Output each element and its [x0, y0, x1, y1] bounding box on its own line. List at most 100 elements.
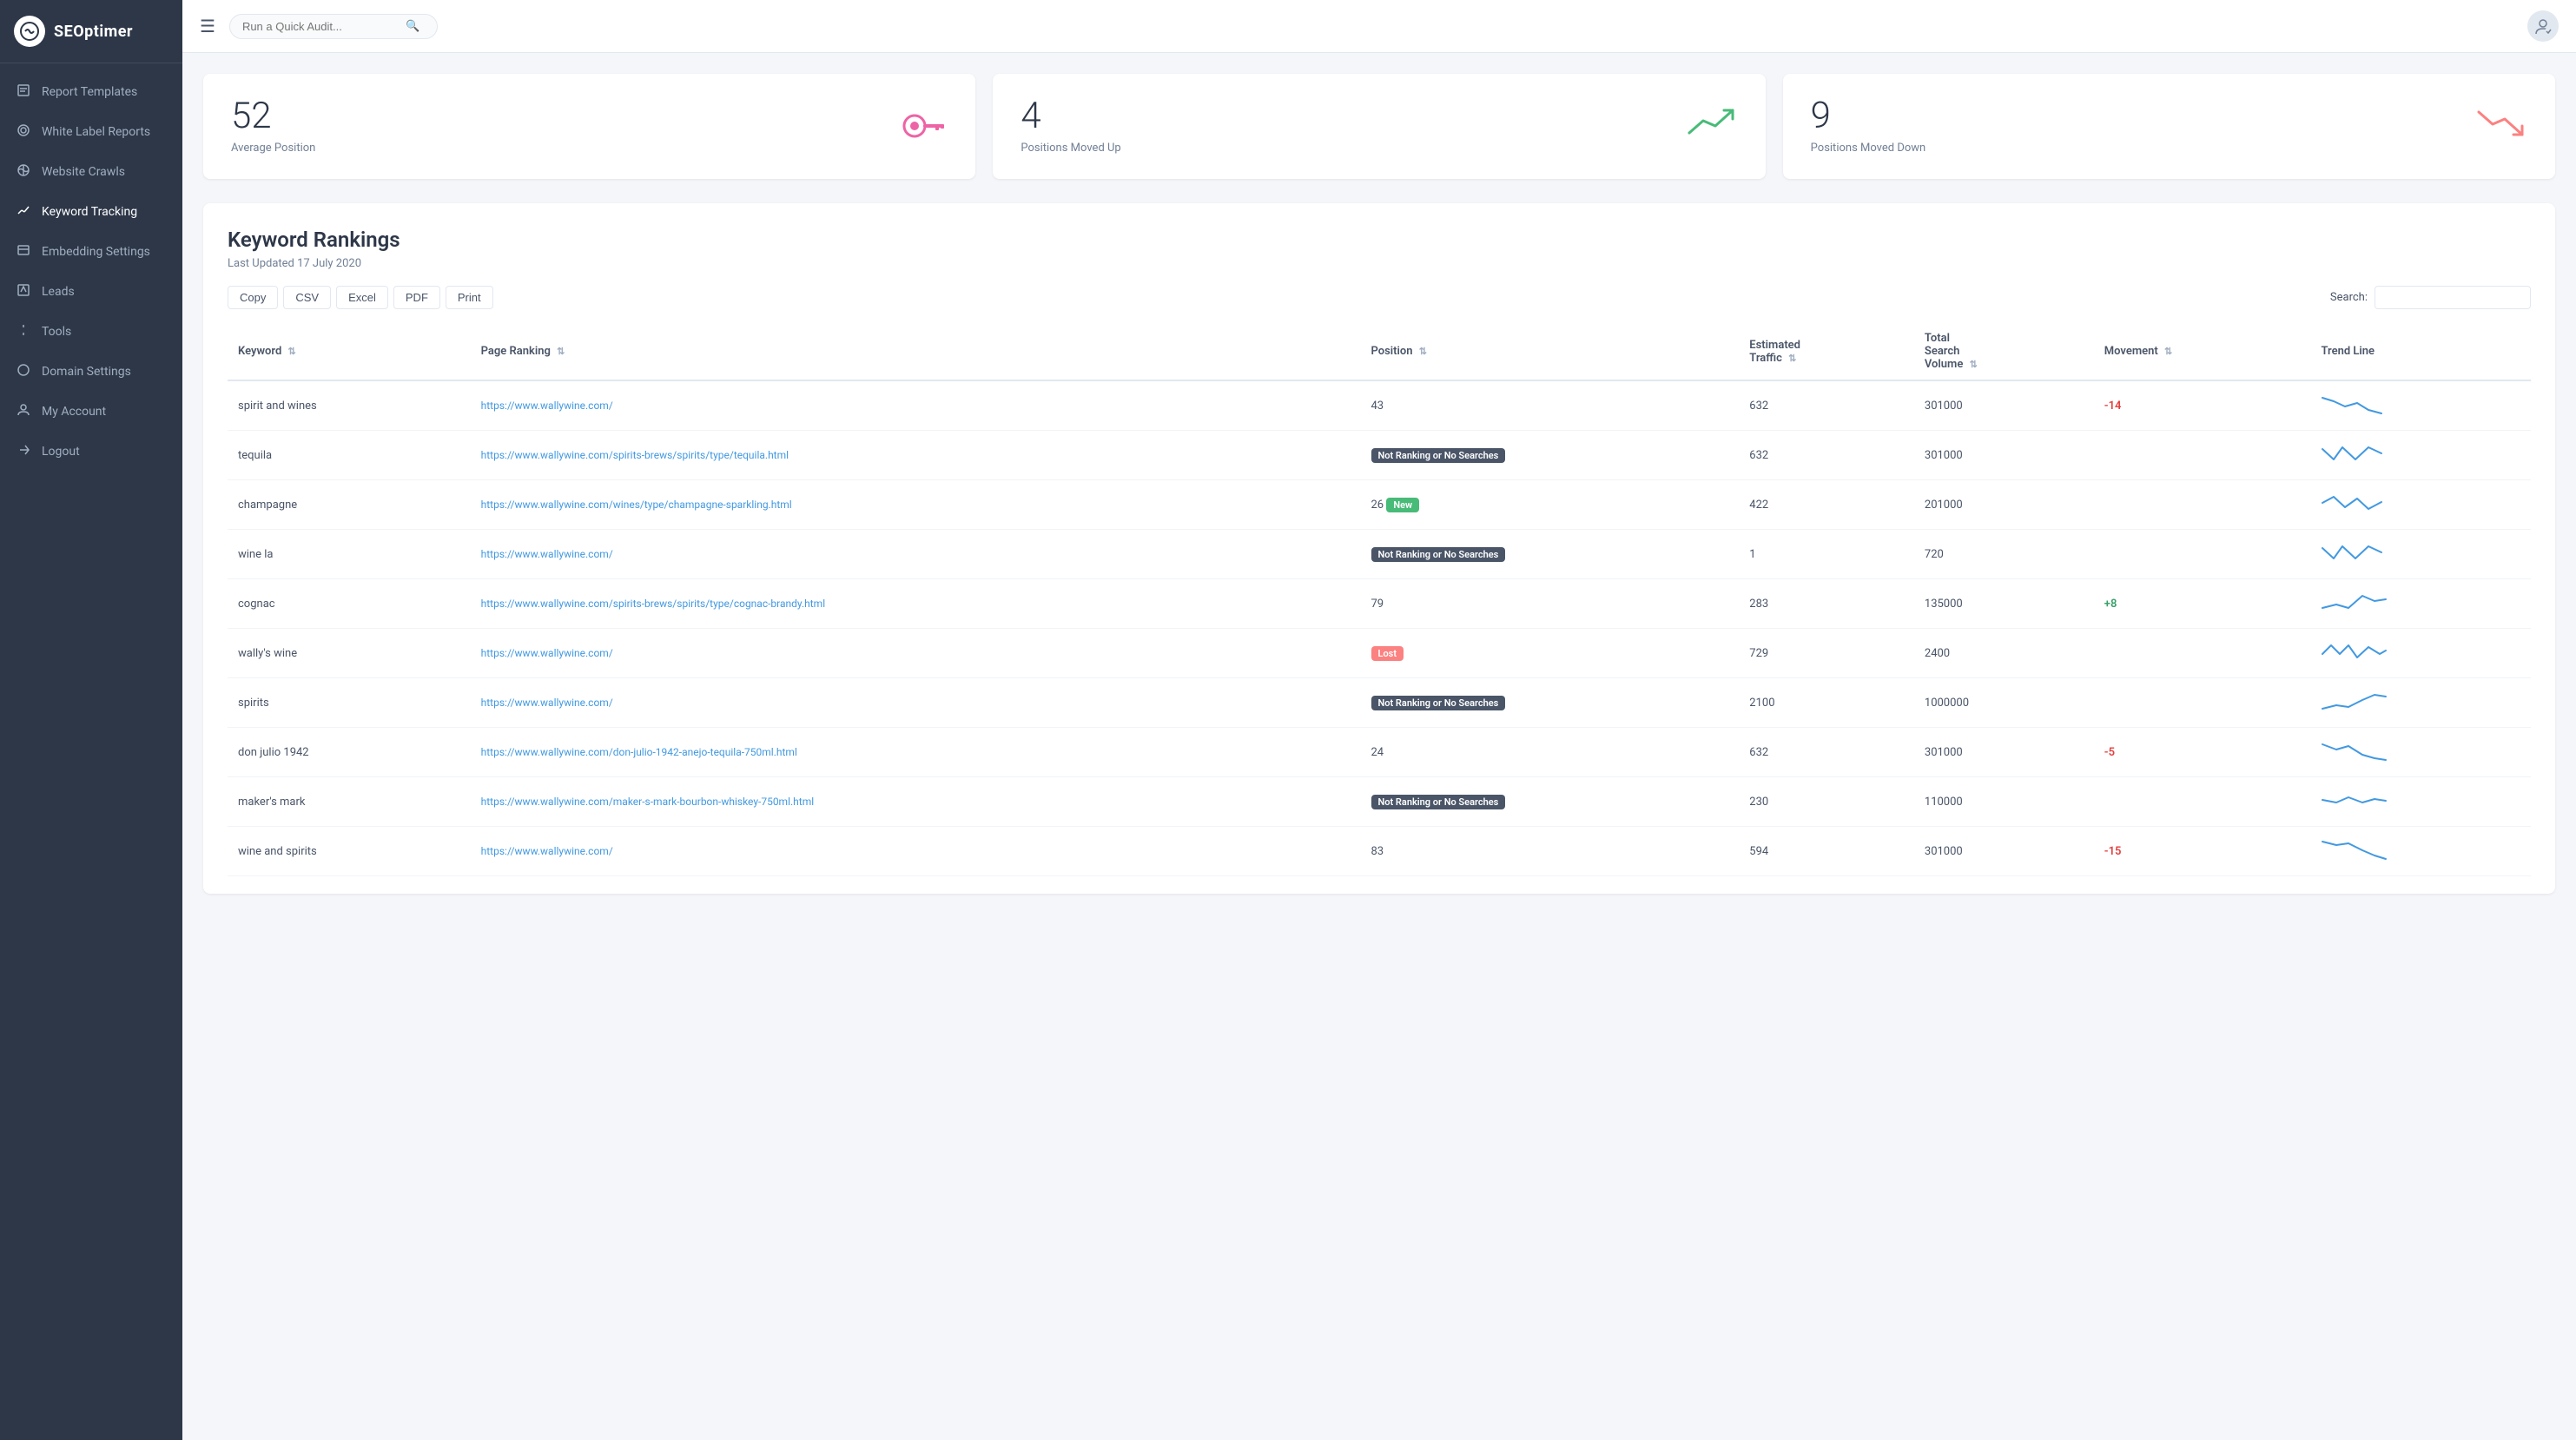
position-cell: 26 New — [1361, 480, 1740, 530]
position-cell: 79 — [1361, 579, 1740, 629]
keyword-tracking-icon — [16, 203, 31, 221]
volume-value: 301000 — [1925, 400, 1963, 413]
page-ranking-link[interactable]: https://www.wallywine.com/ — [481, 697, 613, 709]
page-ranking-link[interactable]: https://www.wallywine.com/don-julio-1942… — [481, 746, 797, 758]
page-ranking-link[interactable]: https://www.wallywine.com/wines/type/cha… — [481, 499, 792, 511]
col-estimated-traffic[interactable]: EstimatedTraffic ⇅ — [1739, 323, 1914, 380]
sidebar-item-website-crawls[interactable]: Website Crawls — [0, 152, 182, 192]
sidebar-item-leads[interactable]: Leads — [0, 272, 182, 312]
col-keyword[interactable]: Keyword ⇅ — [228, 323, 471, 380]
volume-cell: 201000 — [1914, 480, 2094, 530]
page-ranking-link[interactable]: https://www.wallywine.com/spirits-brews/… — [481, 449, 789, 461]
user-avatar[interactable] — [2527, 10, 2559, 42]
volume-cell: 301000 — [1914, 431, 2094, 480]
keyword-value: spirits — [238, 697, 269, 710]
col-page-ranking[interactable]: Page Ranking ⇅ — [471, 323, 1361, 380]
table-row: cognac https://www.wallywine.com/spirits… — [228, 579, 2531, 629]
topbar-right — [2527, 10, 2559, 42]
keyword-cell: wally's wine — [228, 629, 471, 678]
volume-value: 301000 — [1925, 845, 1963, 858]
movement-cell — [2094, 629, 2311, 678]
stat-card-left: 4 Positions Moved Up — [1020, 98, 1120, 155]
white-label-icon — [16, 123, 31, 141]
stat-cards-container: 52 Average Position 4 Posi — [203, 74, 2555, 179]
page-ranking-link[interactable]: https://www.wallywine.com/ — [481, 548, 613, 560]
table-row: spirits https://www.wallywine.com/ Not R… — [228, 678, 2531, 728]
col-total-search-volume[interactable]: TotalSearchVolume ⇅ — [1914, 323, 2094, 380]
position-value: 79 — [1371, 598, 1384, 611]
position-badge: Not Ranking or No Searches — [1371, 696, 1506, 710]
sidebar-item-domain-settings[interactable]: Domain Settings — [0, 352, 182, 392]
print-button[interactable]: Print — [446, 286, 493, 309]
page-ranking-link[interactable]: https://www.wallywine.com/ — [481, 845, 613, 857]
trending-down-icon — [2475, 105, 2527, 149]
table-body: spirit and wines https://www.wallywine.c… — [228, 380, 2531, 876]
volume-cell: 720 — [1914, 530, 2094, 579]
traffic-value: 594 — [1749, 845, 1768, 858]
sidebar-item-label: Embedding Settings — [42, 245, 150, 259]
trend-cell — [2310, 777, 2531, 827]
traffic-cell: 2100 — [1739, 678, 1914, 728]
position-badge: Not Ranking or No Searches — [1371, 795, 1506, 809]
main-area: ☰ 🔍 52 Average Position — [182, 0, 2576, 1440]
trend-cell — [2310, 480, 2531, 530]
keyword-cell: maker's mark — [228, 777, 471, 827]
leads-icon — [16, 283, 31, 301]
col-position[interactable]: Position ⇅ — [1361, 323, 1740, 380]
page-ranking-link[interactable]: https://www.wallywine.com/spirits-brews/… — [481, 598, 825, 610]
traffic-cell: 283 — [1739, 579, 1914, 629]
table-row: tequila https://www.wallywine.com/spirit… — [228, 431, 2531, 480]
sidebar-item-tools[interactable]: Tools — [0, 312, 182, 352]
volume-cell: 301000 — [1914, 728, 2094, 777]
table-search-input[interactable] — [2375, 286, 2531, 309]
key-icon — [902, 106, 948, 147]
avg-position-number: 52 — [231, 98, 315, 135]
position-value: 83 — [1371, 845, 1384, 858]
table-buttons: Copy CSV Excel PDF Print — [228, 286, 493, 309]
search-input[interactable] — [242, 20, 399, 33]
copy-button[interactable]: Copy — [228, 286, 278, 309]
page-ranking-link[interactable]: https://www.wallywine.com/ — [481, 400, 613, 412]
movement-value: +8 — [2104, 598, 2117, 611]
traffic-value: 1 — [1749, 548, 1755, 561]
volume-cell: 1000000 — [1914, 678, 2094, 728]
sidebar-item-embedding-settings[interactable]: Embedding Settings — [0, 232, 182, 272]
traffic-cell: 729 — [1739, 629, 1914, 678]
sidebar-item-my-account[interactable]: My Account — [0, 392, 182, 432]
sidebar-item-report-templates[interactable]: Report Templates — [0, 72, 182, 112]
volume-cell: 135000 — [1914, 579, 2094, 629]
movement-value: -14 — [2104, 400, 2122, 413]
volume-cell: 2400 — [1914, 629, 2094, 678]
col-movement[interactable]: Movement ⇅ — [2094, 323, 2311, 380]
sidebar-item-keyword-tracking[interactable]: Keyword Tracking — [0, 192, 182, 232]
keyword-value: don julio 1942 — [238, 746, 309, 759]
table-row: don julio 1942 https://www.wallywine.com… — [228, 728, 2531, 777]
page-ranking-link[interactable]: https://www.wallywine.com/ — [481, 647, 613, 659]
excel-button[interactable]: Excel — [336, 286, 388, 309]
logout-icon — [16, 443, 31, 460]
csv-button[interactable]: CSV — [283, 286, 331, 309]
trend-cell — [2310, 728, 2531, 777]
traffic-value: 729 — [1749, 647, 1768, 660]
page-ranking-cell: https://www.wallywine.com/spirits-brews/… — [471, 431, 1361, 480]
logo-icon — [14, 16, 45, 47]
search-bar: 🔍 — [229, 14, 438, 39]
hamburger-icon[interactable]: ☰ — [200, 16, 215, 36]
sidebar-item-white-label-reports[interactable]: White Label Reports — [0, 112, 182, 152]
content-area: 52 Average Position 4 Posi — [182, 53, 2576, 1440]
positions-down-label: Positions Moved Down — [1811, 142, 1926, 155]
keyword-cell: cognac — [228, 579, 471, 629]
pdf-button[interactable]: PDF — [393, 286, 440, 309]
trend-cell — [2310, 380, 2531, 431]
keyword-value: wally's wine — [238, 647, 297, 660]
trend-cell — [2310, 827, 2531, 876]
volume-value: 2400 — [1925, 647, 1950, 660]
sidebar-item-logout[interactable]: Logout — [0, 432, 182, 472]
volume-value: 135000 — [1925, 598, 1963, 611]
sort-icon: ⇅ — [557, 346, 565, 357]
table-row: wine and spirits https://www.wallywine.c… — [228, 827, 2531, 876]
movement-cell — [2094, 777, 2311, 827]
positions-up-label: Positions Moved Up — [1020, 142, 1120, 155]
page-ranking-link[interactable]: https://www.wallywine.com/maker-s-mark-b… — [481, 796, 815, 808]
embedding-settings-icon — [16, 243, 31, 261]
